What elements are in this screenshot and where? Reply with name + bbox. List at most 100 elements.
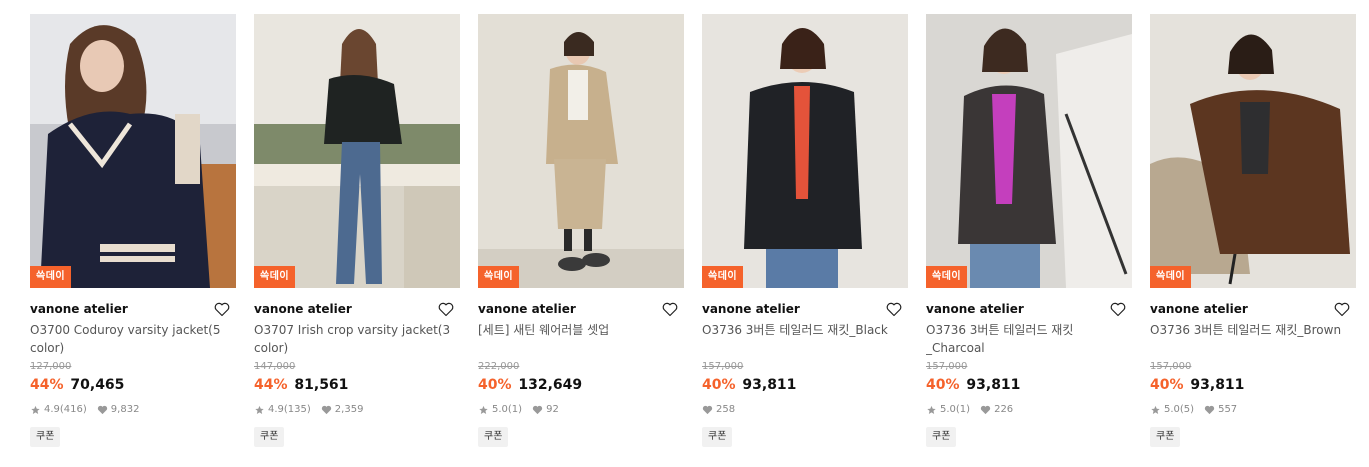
star-icon <box>478 405 489 415</box>
product-photo <box>478 14 684 288</box>
original-price: 127,000 <box>30 361 72 372</box>
coupon-tag: 쿠폰 <box>30 427 61 447</box>
product-photo <box>1150 14 1356 288</box>
original-price: 222,000 <box>478 361 520 372</box>
star-icon <box>926 405 937 415</box>
price-row: 40% 93,811 <box>926 376 1132 394</box>
heart-outline-icon <box>1334 302 1350 316</box>
wishlist-button[interactable] <box>1108 299 1128 319</box>
like-count: 2,359 <box>334 404 364 415</box>
coupon-tag: 쿠폰 <box>926 427 957 447</box>
heart-outline-icon <box>662 302 678 316</box>
wishlist-button[interactable] <box>660 299 680 319</box>
product-image[interactable]: 쓱데이 <box>1150 14 1356 288</box>
wishlist-button[interactable] <box>1332 299 1352 319</box>
product-card[interactable]: 쓱데이 vanone atelier [세트] 새틴 웨어러블 셋업 222,0… <box>478 14 684 447</box>
sale-price: 70,465 <box>70 377 125 393</box>
product-stats: 5.0 (1) 226 <box>926 403 1132 417</box>
event-badge: 쓱데이 <box>702 266 744 288</box>
heart-filled-icon <box>532 405 543 415</box>
like-count: 258 <box>716 404 736 415</box>
sale-price: 93,811 <box>1190 377 1245 393</box>
brand-name[interactable]: vanone atelier <box>702 302 800 316</box>
rating-value: 4.9 <box>44 404 60 415</box>
brand-name[interactable]: vanone atelier <box>254 302 352 316</box>
discount-rate: 44% <box>254 377 288 393</box>
product-image[interactable]: 쓱데이 <box>478 14 684 288</box>
event-badge: 쓱데이 <box>254 266 296 288</box>
sale-price: 132,649 <box>518 377 583 393</box>
brand-name[interactable]: vanone atelier <box>478 302 576 316</box>
brand-name[interactable]: vanone atelier <box>1150 302 1248 316</box>
event-badge: 쓱데이 <box>926 266 968 288</box>
product-card[interactable]: 쓱데이 vanone atelier O3736 3버튼 테일러드 재킷_Bro… <box>1150 14 1356 447</box>
price-row: 44% 70,465 <box>30 376 236 394</box>
product-card[interactable]: 쓱데이 vanone atelier O3707 Irish crop vars… <box>254 14 460 447</box>
heart-filled-icon <box>980 405 991 415</box>
discount-rate: 40% <box>1150 377 1184 393</box>
product-photo <box>30 14 236 288</box>
star-icon <box>30 405 41 415</box>
price-row: 40% 93,811 <box>702 376 908 394</box>
product-name[interactable]: O3700 Coduroy varsity jacket(5 color) <box>30 321 234 357</box>
original-price: 157,000 <box>926 361 968 372</box>
event-badge: 쓱데이 <box>30 266 72 288</box>
price-row: 40% 132,649 <box>478 376 684 394</box>
rating-value: 5.0 <box>1164 404 1180 415</box>
product-stats: 4.9 (416) 9,832 <box>30 403 236 417</box>
product-grid: 쓱데이 vanone atelier O3700 Coduroy varsity… <box>0 0 1369 467</box>
heart-filled-icon <box>321 405 332 415</box>
product-card[interactable]: 쓱데이 vanone atelier O3736 3버튼 테일러드 재킷_Bla… <box>702 14 908 447</box>
product-name[interactable]: [세트] 새틴 웨어러블 셋업 <box>478 321 682 357</box>
wishlist-button[interactable] <box>884 299 904 319</box>
star-icon <box>254 405 265 415</box>
sale-price: 93,811 <box>742 377 797 393</box>
sale-price: 93,811 <box>966 377 1021 393</box>
product-image[interactable]: 쓱데이 <box>254 14 460 288</box>
product-image[interactable]: 쓱데이 <box>30 14 236 288</box>
heart-outline-icon <box>214 302 230 316</box>
review-count: (416) <box>59 404 87 415</box>
like-count: 226 <box>994 404 1014 415</box>
event-badge: 쓱데이 <box>478 266 520 288</box>
wishlist-button[interactable] <box>436 299 456 319</box>
heart-outline-icon <box>438 302 454 316</box>
original-price: 147,000 <box>254 361 296 372</box>
product-stats: 5.0 (5) 557 <box>1150 403 1356 417</box>
rating-value: 5.0 <box>940 404 956 415</box>
product-card[interactable]: 쓱데이 vanone atelier O3736 3버튼 테일러드 재킷 _Ch… <box>926 14 1132 447</box>
product-card[interactable]: 쓱데이 vanone atelier O3700 Coduroy varsity… <box>30 14 236 447</box>
price-row: 44% 81,561 <box>254 376 460 394</box>
brand-name[interactable]: vanone atelier <box>926 302 1024 316</box>
coupon-tag: 쿠폰 <box>702 427 733 447</box>
product-name[interactable]: O3736 3버튼 테일러드 재킷 _Charcoal <box>926 321 1130 357</box>
coupon-tag: 쿠폰 <box>1150 427 1181 447</box>
rating-value: 4.9 <box>268 404 284 415</box>
product-name[interactable]: O3707 Irish crop varsity jacket(3 color) <box>254 321 458 357</box>
product-name[interactable]: O3736 3버튼 테일러드 재킷_Brown <box>1150 321 1354 357</box>
product-stats: 258 <box>702 403 908 417</box>
product-stats: 4.9 (135) 2,359 <box>254 403 460 417</box>
heart-filled-icon <box>97 405 108 415</box>
wishlist-button[interactable] <box>212 299 232 319</box>
rating-value: 5.0 <box>492 404 508 415</box>
heart-filled-icon <box>702 405 713 415</box>
brand-name[interactable]: vanone atelier <box>30 302 128 316</box>
star-icon <box>1150 405 1161 415</box>
discount-rate: 40% <box>926 377 960 393</box>
heart-outline-icon <box>886 302 902 316</box>
event-badge: 쓱데이 <box>1150 266 1192 288</box>
product-image[interactable]: 쓱데이 <box>926 14 1132 288</box>
like-count: 92 <box>546 404 559 415</box>
product-image[interactable]: 쓱데이 <box>702 14 908 288</box>
product-photo <box>254 14 460 288</box>
review-count: (5) <box>1179 404 1195 415</box>
like-count: 557 <box>1218 404 1238 415</box>
heart-filled-icon <box>1204 405 1215 415</box>
product-name[interactable]: O3736 3버튼 테일러드 재킷_Black <box>702 321 906 357</box>
price-row: 40% 93,811 <box>1150 376 1356 394</box>
original-price: 157,000 <box>1150 361 1192 372</box>
product-photo <box>702 14 908 288</box>
discount-rate: 44% <box>30 377 64 393</box>
coupon-tag: 쿠폰 <box>254 427 285 447</box>
